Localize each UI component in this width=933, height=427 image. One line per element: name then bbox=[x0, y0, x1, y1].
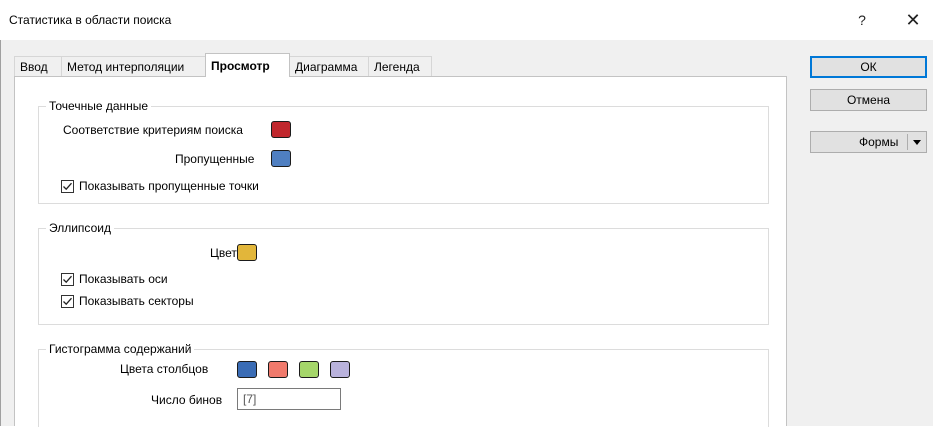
title-bar: Статистика в области поиска ? ✕ bbox=[0, 0, 933, 40]
show-missing-points-label: Показывать пропущенные точки bbox=[79, 179, 259, 193]
show-sectors-checkbox[interactable] bbox=[61, 295, 74, 308]
checkmark-icon bbox=[63, 297, 72, 306]
close-button[interactable]: ✕ bbox=[902, 8, 924, 32]
show-axes-label: Показывать оси bbox=[79, 272, 168, 286]
search-match-label: Соответствие критериям поиска bbox=[63, 123, 243, 137]
bar-color-swatch-2[interactable] bbox=[268, 361, 288, 378]
help-button[interactable]: ? bbox=[852, 8, 872, 32]
bar-color-swatch-3[interactable] bbox=[299, 361, 319, 378]
ellipsoid-group: Эллипсоид Цвет Показывать оси Показывать… bbox=[38, 221, 769, 325]
forms-split-button[interactable]: Формы bbox=[810, 131, 927, 153]
ellipsoid-color-swatch[interactable] bbox=[237, 244, 257, 261]
show-sectors-label: Показывать секторы bbox=[79, 294, 194, 308]
window-border bbox=[0, 40, 1, 426]
bins-count-input[interactable]: [7] bbox=[237, 388, 341, 410]
tab-diagram[interactable]: Диаграмма bbox=[289, 56, 369, 76]
split-divider bbox=[907, 134, 908, 150]
missing-label: Пропущенные bbox=[175, 152, 255, 166]
dialog-window: Статистика в области поиска ? ✕ Ввод Мет… bbox=[0, 0, 933, 427]
tab-legend[interactable]: Легенда bbox=[368, 56, 432, 76]
tab-interpolation-method[interactable]: Метод интерполяции bbox=[61, 56, 207, 76]
ok-button[interactable]: ОК bbox=[810, 56, 927, 78]
point-data-group-title: Точечные данные bbox=[46, 99, 152, 113]
point-data-group: Точечные данные Соответствие критериям п… bbox=[38, 99, 769, 204]
chevron-down-icon[interactable] bbox=[913, 140, 921, 145]
tab-input[interactable]: Ввод bbox=[14, 56, 62, 76]
bar-color-swatch-1[interactable] bbox=[237, 361, 257, 378]
show-missing-points-checkbox[interactable] bbox=[61, 180, 74, 193]
tab-panel-view: Точечные данные Соответствие критериям п… bbox=[14, 76, 787, 427]
show-axes-checkbox[interactable] bbox=[61, 273, 74, 286]
bins-count-label: Число бинов bbox=[151, 393, 223, 407]
window-title: Статистика в области поиска bbox=[9, 13, 172, 27]
forms-button-label: Формы bbox=[859, 135, 899, 149]
grade-histogram-group-title: Гистограмма содержаний bbox=[46, 342, 195, 356]
ellipsoid-color-label: Цвет bbox=[210, 246, 237, 260]
cancel-button[interactable]: Отмена bbox=[810, 89, 927, 111]
grade-histogram-group: Гистограмма содержаний Цвета столбцов Чи… bbox=[38, 342, 769, 427]
tab-view[interactable]: Просмотр bbox=[205, 53, 290, 77]
ellipsoid-group-title: Эллипсоид bbox=[46, 221, 114, 235]
bar-colors-label: Цвета столбцов bbox=[120, 362, 209, 376]
missing-color-swatch[interactable] bbox=[271, 150, 291, 167]
search-match-color-swatch[interactable] bbox=[271, 121, 291, 138]
checkmark-icon bbox=[63, 275, 72, 284]
bar-color-swatch-4[interactable] bbox=[330, 361, 350, 378]
checkmark-icon bbox=[63, 182, 72, 191]
